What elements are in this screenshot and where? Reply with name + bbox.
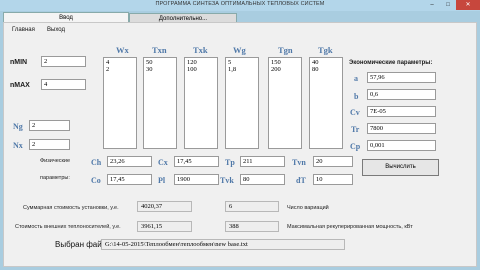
nmax-label: nMAX: [10, 82, 30, 89]
variants-count-label: Число вариаций: [287, 205, 329, 211]
heat-carrier-cost-label: Стоимость внешних теплоносителей, у.е.: [15, 224, 121, 230]
column-list-txk[interactable]: 120 100: [184, 57, 218, 149]
list-item: 30: [146, 66, 153, 73]
window-title: ПРОГРАММА СИНТЕЗА ОПТИМАЛЬНЫХ ТЕПЛОВЫХ С…: [155, 1, 325, 7]
econ-param-field-cp[interactable]: 0,001: [367, 140, 436, 151]
nx-field[interactable]: 2: [29, 139, 70, 150]
list-item: 120: [187, 59, 197, 66]
physical-label-co: Co: [91, 176, 101, 185]
econ-param-label-cp: Cp: [350, 142, 361, 151]
column-list-wx[interactable]: 4 2: [103, 57, 137, 149]
econ-param-field-cv[interactable]: 7E-05: [367, 106, 436, 117]
physical-label-tvn: Tvn: [292, 158, 306, 167]
physical-field-ch[interactable]: 23,26: [107, 156, 152, 167]
minimize-button[interactable]: –: [424, 0, 440, 10]
list-item: 4: [106, 59, 110, 66]
nmax-field[interactable]: 4: [41, 79, 86, 90]
ng-label: Ng: [13, 122, 23, 131]
calculate-button[interactable]: Вычислить: [362, 159, 439, 176]
variants-count-value: 6: [225, 201, 279, 212]
physical-label-ch: Ch: [91, 158, 102, 167]
recup-power-value: 388: [225, 221, 279, 232]
physical-label-pl: Pl: [158, 176, 166, 185]
list-item: 200: [271, 66, 281, 73]
close-button[interactable]: ✕: [456, 0, 480, 10]
list-item: 40: [312, 59, 319, 66]
econ-param-label-cv: Cv: [350, 108, 360, 117]
column-header-wx: Wx: [116, 45, 129, 55]
econ-param-label-a: a: [354, 74, 358, 83]
list-item: 1,8: [228, 66, 237, 73]
physical-field-cx[interactable]: 17,45: [174, 156, 219, 167]
column-header-txn: Txn: [152, 45, 167, 55]
physical-field-pl[interactable]: 1900: [174, 174, 219, 185]
list-item: 5: [228, 59, 232, 66]
econ-param-label-tr: Tr: [351, 125, 360, 134]
physical-params-label-line2: параметры:: [40, 175, 70, 181]
physical-field-tvk[interactable]: 80: [240, 174, 285, 185]
physical-field-dt[interactable]: 10: [313, 174, 353, 185]
column-list-tgk[interactable]: 40 80: [309, 57, 343, 149]
list-item: 50: [146, 59, 153, 66]
econ-param-field-tr[interactable]: 7800: [367, 123, 436, 134]
selected-file-path: G:\14-05-2015\Теплообмен\теплообмен\new …: [101, 239, 345, 250]
list-item: 80: [312, 66, 319, 73]
physical-params-label-line1: Физические: [40, 158, 71, 164]
menu-item-exit[interactable]: Выход: [47, 27, 65, 33]
nx-label: Nx: [13, 141, 23, 150]
heat-carrier-cost-value: 3961,15: [137, 221, 192, 232]
menu-item-main[interactable]: Главная: [12, 27, 35, 33]
list-item: 100: [187, 66, 197, 73]
nmin-field[interactable]: 2: [41, 56, 86, 67]
list-item: 2: [106, 66, 110, 73]
physical-label-tp: Tp: [225, 158, 235, 167]
physical-field-tvn[interactable]: 20: [313, 156, 353, 167]
list-item: 150: [271, 59, 281, 66]
ng-field[interactable]: 2: [29, 120, 70, 131]
column-list-txn[interactable]: 50 30: [143, 57, 177, 149]
recup-power-label: Максимальная рекуперированная мощность, …: [287, 224, 413, 230]
physical-label-dt: dT: [296, 176, 306, 185]
econ-param-field-b[interactable]: 0,6: [367, 89, 436, 100]
column-list-tgn[interactable]: 150 200: [268, 57, 302, 149]
maximize-button[interactable]: □: [440, 0, 456, 10]
install-cost-label: Суммарная стоимость установки, у.е.: [23, 205, 119, 211]
physical-field-tp[interactable]: 211: [240, 156, 285, 167]
econ-param-field-a[interactable]: 57,96: [367, 72, 436, 83]
column-header-txk: Txk: [193, 45, 208, 55]
econ-param-label-b: b: [354, 92, 359, 101]
column-header-wg: Wg: [233, 45, 246, 55]
nmin-label: nMIN: [10, 59, 28, 66]
physical-field-co[interactable]: 17,45: [107, 174, 152, 185]
install-cost-value: 4020,37: [137, 201, 192, 212]
econ-params-title: Экономические параметры:: [349, 60, 433, 66]
physical-label-cx: Cx: [158, 158, 168, 167]
column-header-tgn: Tgn: [278, 45, 293, 55]
column-list-wg[interactable]: 5 1,8: [225, 57, 259, 149]
column-header-tgk: Tgk: [318, 45, 333, 55]
physical-label-tvk: Tvk: [220, 176, 234, 185]
